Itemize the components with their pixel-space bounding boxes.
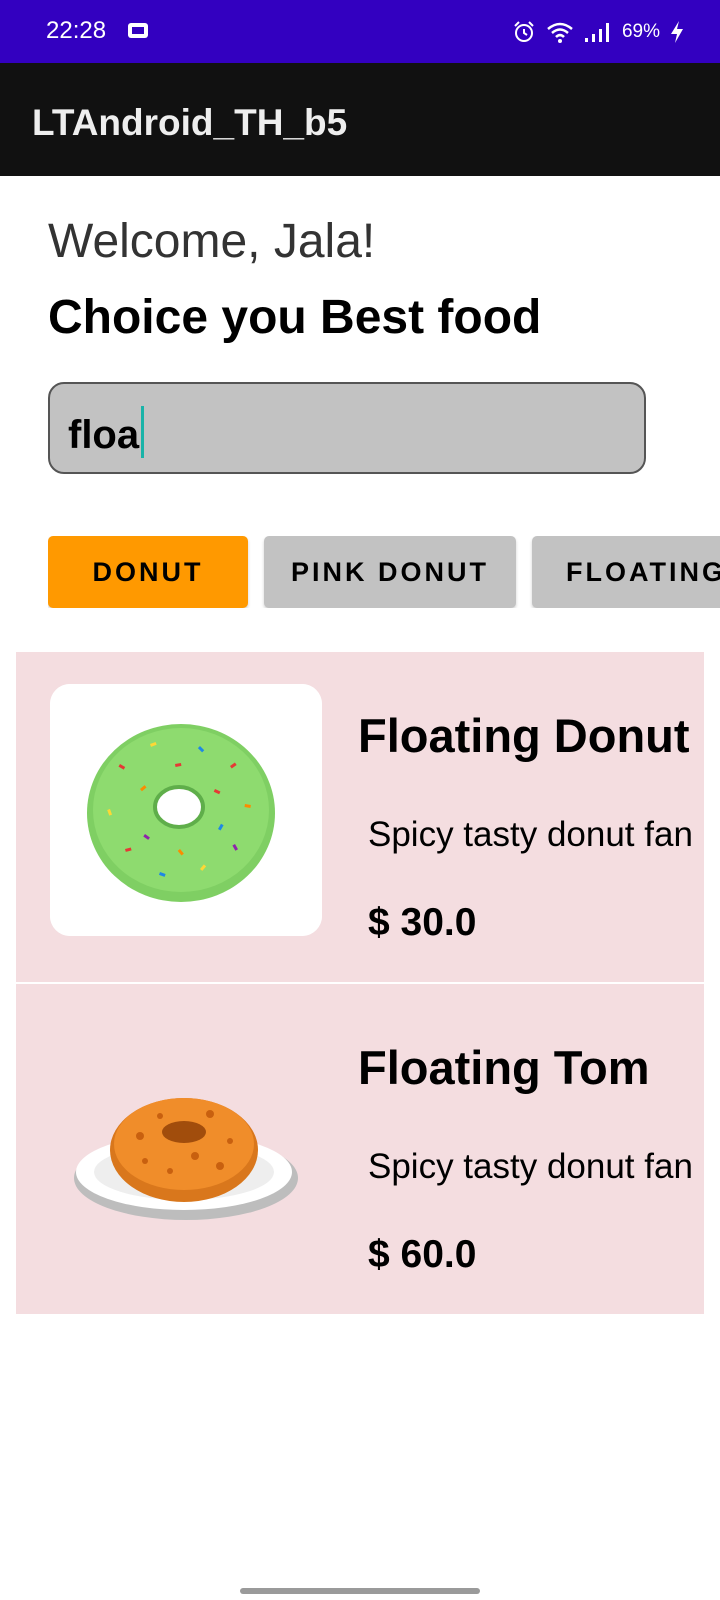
product-list[interactable]: Floating Donut Spicy tasty donut fan $ 3… [16, 652, 704, 1314]
product-name: Floating Donut [358, 709, 690, 762]
status-icons: 69% [512, 18, 684, 46]
wifi-icon [547, 22, 573, 43]
alarm-icon [514, 21, 534, 42]
product-price: $ 30.0 [368, 901, 477, 944]
product-price: $ 60.0 [368, 1233, 477, 1276]
page-subtitle: Choice you Best food [48, 291, 542, 344]
category-chip-donut[interactable]: DONUT [48, 536, 248, 608]
product-card[interactable]: Floating Tom Spicy tasty donut fan $ 60.… [16, 982, 704, 1314]
charging-icon [671, 21, 683, 43]
text-caret [141, 406, 145, 458]
status-time: 22:28 [46, 17, 107, 44]
signal-icon [584, 23, 609, 42]
search-input-value[interactable]: floa [68, 406, 145, 458]
battery-percent: 69% [621, 21, 660, 42]
product-description: Spicy tasty donut fan [368, 1147, 693, 1186]
welcome-text: Welcome, Jala! [48, 215, 376, 268]
app-title: LTAndroid_TH_b5 [32, 102, 348, 143]
category-chip-floating[interactable]: FLOATING [532, 536, 720, 608]
crumb-donut-on-plate-image [50, 1016, 322, 1268]
search-input[interactable]: floa [48, 382, 646, 474]
sim-icon [128, 23, 148, 38]
status-bar: 22:28 69% [0, 0, 720, 63]
home-gesture-bar[interactable] [240, 1588, 480, 1594]
product-name: Floating Tom [358, 1041, 650, 1094]
product-description: Spicy tasty donut fan [368, 815, 693, 854]
app-bar: LTAndroid_TH_b5 [0, 63, 720, 176]
product-card[interactable]: Floating Donut Spicy tasty donut fan $ 3… [16, 652, 704, 982]
app-screen: 22:28 69% LTAndroid_TH_b5 Welcome, Jala!… [0, 0, 720, 1600]
category-chip-row[interactable]: DONUT PINK DONUT FLOATING [48, 536, 720, 608]
green-sprinkle-donut-image [50, 684, 322, 936]
category-chip-pink-donut[interactable]: PINK DONUT [264, 536, 516, 608]
